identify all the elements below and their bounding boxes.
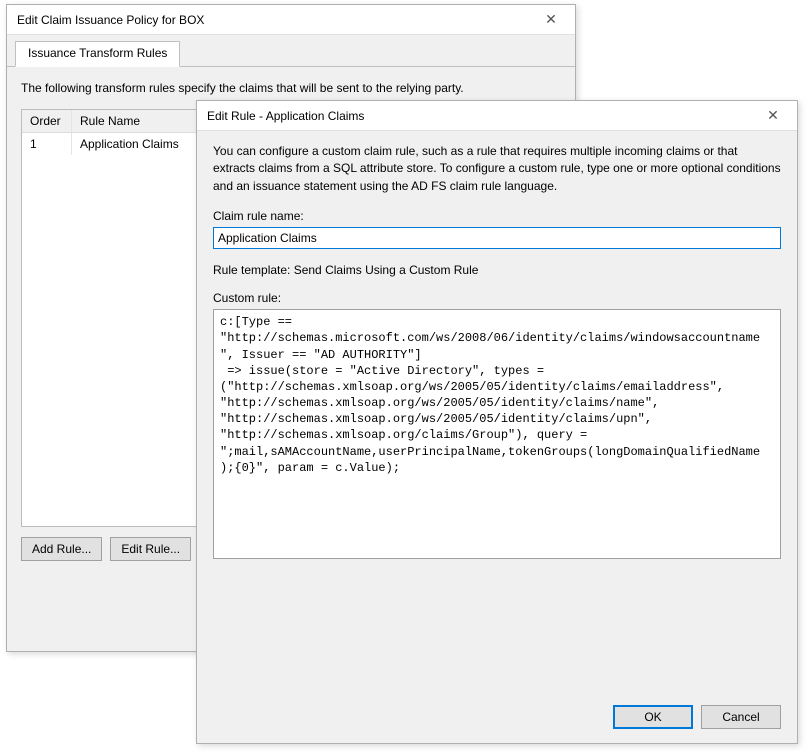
dialog-title: Edit Claim Issuance Policy for BOX bbox=[17, 13, 535, 27]
ok-button[interactable]: OK bbox=[613, 705, 693, 729]
claim-rule-name-label: Claim rule name: bbox=[213, 209, 781, 223]
cell-order: 1 bbox=[22, 133, 72, 155]
cancel-button[interactable]: Cancel bbox=[701, 705, 781, 729]
custom-rule-label: Custom rule: bbox=[213, 291, 781, 305]
tab-issuance-transform-rules[interactable]: Issuance Transform Rules bbox=[15, 41, 180, 67]
titlebar: Edit Rule - Application Claims ✕ bbox=[197, 101, 797, 131]
dialog-footer: OK Cancel bbox=[197, 695, 797, 743]
close-icon[interactable]: ✕ bbox=[535, 9, 567, 31]
intro-text: You can configure a custom claim rule, s… bbox=[213, 143, 781, 195]
instruction-text: The following transform rules specify th… bbox=[21, 81, 561, 95]
rule-template-text: Rule template: Send Claims Using a Custo… bbox=[213, 263, 781, 277]
claim-rule-name-input[interactable] bbox=[213, 227, 781, 249]
edit-rule-button[interactable]: Edit Rule... bbox=[110, 537, 191, 561]
column-order[interactable]: Order bbox=[22, 110, 72, 132]
titlebar: Edit Claim Issuance Policy for BOX ✕ bbox=[7, 5, 575, 35]
dialog-title: Edit Rule - Application Claims bbox=[207, 109, 757, 123]
tabstrip: Issuance Transform Rules bbox=[7, 35, 575, 67]
close-icon[interactable]: ✕ bbox=[757, 105, 789, 127]
custom-rule-textarea[interactable] bbox=[213, 309, 781, 559]
custom-rule-area bbox=[213, 309, 781, 562]
add-rule-button[interactable]: Add Rule... bbox=[21, 537, 102, 561]
dialog-body: You can configure a custom claim rule, s… bbox=[197, 131, 797, 695]
edit-rule-dialog: Edit Rule - Application Claims ✕ You can… bbox=[196, 100, 798, 744]
